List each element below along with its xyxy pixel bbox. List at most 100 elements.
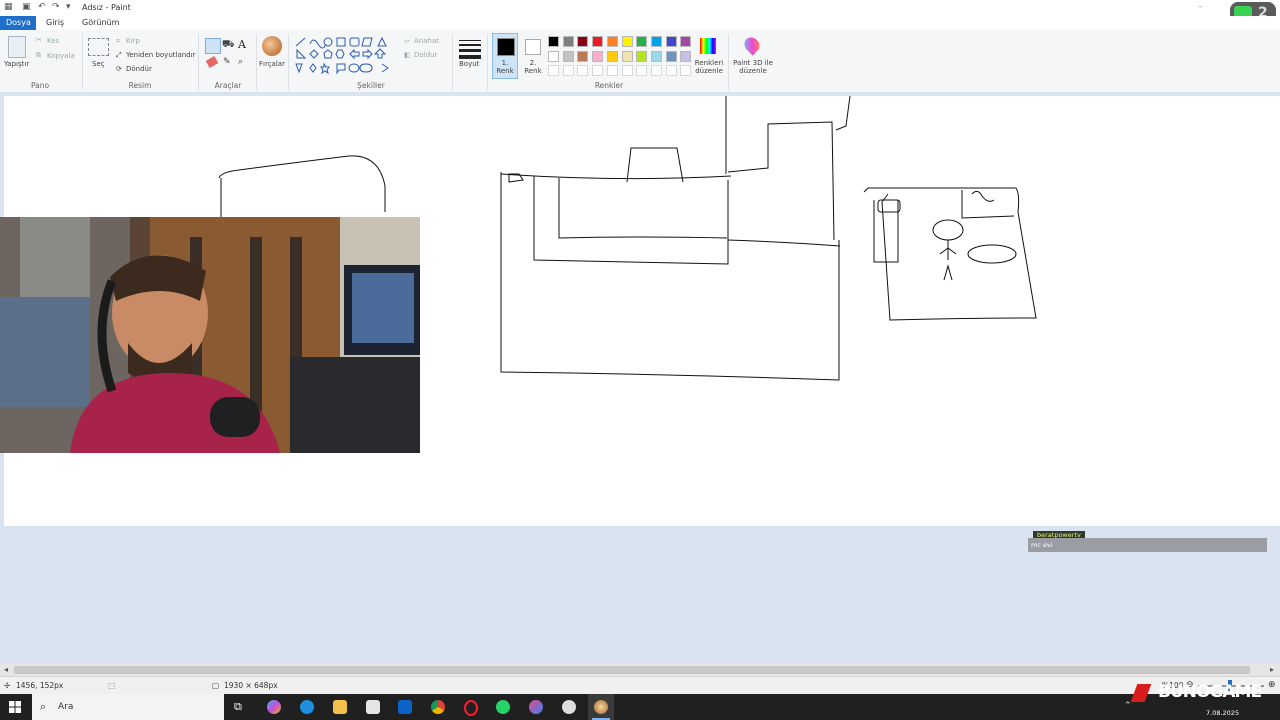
- palette-swatch[interactable]: [592, 65, 604, 76]
- palette-swatch[interactable]: [636, 50, 648, 62]
- group-label-colors: Renkler: [594, 81, 624, 90]
- outlook-icon[interactable]: [398, 700, 412, 714]
- select-icon[interactable]: [88, 38, 109, 56]
- palette-swatch[interactable]: [665, 50, 677, 62]
- minimize-icon[interactable]: –: [1198, 2, 1203, 12]
- search-placeholder: Ara: [58, 702, 74, 712]
- color2-selector[interactable]: [525, 39, 541, 55]
- chrome-profile-icon[interactable]: [529, 700, 543, 714]
- color2-label: 2. Renk: [524, 59, 542, 75]
- palette-swatch[interactable]: [577, 50, 589, 62]
- undo-icon[interactable]: ↶: [38, 2, 46, 14]
- eraser-icon[interactable]: [205, 56, 219, 68]
- tab-home[interactable]: Giriş: [40, 16, 70, 30]
- palette-swatch[interactable]: [636, 65, 648, 76]
- palette-swatch[interactable]: [636, 36, 648, 47]
- fill-shape-icon: ◧: [404, 51, 411, 59]
- palette-swatch[interactable]: [562, 50, 574, 62]
- palette-swatch[interactable]: [562, 36, 574, 47]
- palette-swatch[interactable]: [665, 65, 677, 76]
- obs-icon[interactable]: [562, 700, 576, 714]
- copilot-icon[interactable]: [267, 700, 281, 714]
- select-button[interactable]: Seç: [92, 60, 105, 68]
- brush-icon[interactable]: [262, 36, 282, 56]
- palette-swatch[interactable]: [548, 36, 559, 47]
- resize-icon: ⤢: [116, 51, 122, 59]
- palette-swatch[interactable]: [606, 50, 618, 62]
- canvas-size: 1930 × 648px: [224, 681, 278, 690]
- palette-swatch[interactable]: [548, 50, 559, 62]
- palette-swatch[interactable]: [577, 36, 589, 47]
- magnifier-icon[interactable]: ⌕: [238, 57, 243, 67]
- horizontal-scrollbar[interactable]: ◂ ▸: [0, 664, 1280, 676]
- palette-swatch[interactable]: [606, 65, 618, 76]
- palette-swatch[interactable]: [650, 36, 662, 47]
- palette-swatch[interactable]: [680, 50, 692, 62]
- brushes-button[interactable]: Fırçalar: [259, 60, 285, 68]
- scroll-right-icon[interactable]: ▸: [1270, 665, 1274, 674]
- shapes-gallery[interactable]: [294, 36, 398, 76]
- clipboard-icon[interactable]: [8, 36, 26, 58]
- rotate-button[interactable]: Döndür: [126, 65, 152, 73]
- file-explorer-icon[interactable]: [333, 700, 347, 714]
- cut-button[interactable]: Kes: [47, 37, 59, 45]
- paint-app-icon: ▦: [4, 2, 13, 12]
- palette-swatch[interactable]: [680, 65, 692, 76]
- customize-quick-access-icon[interactable]: ▾: [66, 2, 71, 14]
- palette-swatch[interactable]: [592, 36, 604, 47]
- pencil-icon[interactable]: [205, 38, 221, 54]
- size-icon[interactable]: [459, 40, 481, 59]
- redo-icon[interactable]: ↷: [52, 2, 60, 14]
- resize-button[interactable]: Yeniden boyutlandır: [126, 51, 195, 59]
- tab-view[interactable]: Görünüm: [76, 16, 125, 30]
- paint3d-button[interactable]: Paint 3D ile düzenle: [733, 59, 773, 75]
- group-label-shapes: Şekiller: [357, 81, 385, 90]
- copy-button[interactable]: Kopyala: [47, 52, 75, 60]
- cursor-position-icon: ✢: [4, 681, 11, 690]
- menu-bar: Dosya Giriş Görünüm: [0, 16, 1280, 30]
- outline-button[interactable]: Anahat: [414, 37, 439, 45]
- task-view-icon[interactable]: ⧉: [234, 700, 242, 714]
- taskbar-search[interactable]: ⌕ Ara: [32, 694, 224, 720]
- copy-icon: ⧉: [36, 51, 41, 59]
- chrome-icon[interactable]: [431, 700, 445, 714]
- canvas-size-icon: ▢: [212, 681, 220, 690]
- text-icon[interactable]: A: [238, 38, 246, 51]
- fill-shape-button[interactable]: Doldur: [414, 51, 437, 59]
- color-picker-icon[interactable]: ✎: [223, 57, 231, 67]
- crop-button[interactable]: Kırp: [126, 37, 140, 45]
- taskbar-date: 7.08.2025: [1206, 709, 1240, 717]
- palette-swatch[interactable]: [621, 65, 633, 76]
- palette-swatch[interactable]: [621, 50, 633, 62]
- edit-colors-icon[interactable]: [700, 38, 716, 54]
- tab-file[interactable]: Dosya: [0, 16, 36, 30]
- paint-taskbar-button[interactable]: [588, 694, 614, 720]
- paste-button[interactable]: Yapıştır: [4, 60, 29, 68]
- edge-icon[interactable]: [300, 700, 314, 714]
- whatsapp-icon[interactable]: [496, 700, 510, 714]
- palette-swatch[interactable]: [548, 65, 559, 76]
- opera-icon[interactable]: [464, 700, 478, 716]
- save-icon[interactable]: ▣: [22, 2, 31, 14]
- palette-swatch[interactable]: [665, 36, 677, 47]
- paint3d-icon[interactable]: [741, 34, 763, 56]
- windows-start-icon[interactable]: [9, 701, 21, 713]
- taskbar: ⌕ Ara ⧉ ⌃ BUNOGAME 7.08.2025: [0, 682, 1280, 720]
- palette-swatch[interactable]: [680, 36, 692, 47]
- scroll-left-icon[interactable]: ◂: [4, 665, 8, 674]
- palette-swatch[interactable]: [650, 50, 662, 62]
- edit-colors-button[interactable]: Renkleri düzenle: [692, 59, 726, 75]
- palette-swatch[interactable]: [606, 36, 618, 47]
- size-button[interactable]: Boyut: [459, 60, 479, 68]
- palette-swatch[interactable]: [650, 65, 662, 76]
- crop-icon: ⌗: [116, 37, 120, 45]
- scrollbar-thumb[interactable]: [14, 666, 1250, 674]
- store-icon[interactable]: [366, 700, 380, 714]
- fill-icon[interactable]: ⛟: [222, 39, 235, 52]
- palette-swatch[interactable]: [621, 36, 633, 47]
- ribbon: Yapıştır ✂ Kes ⧉ Kopyala Pano Seç ⌗ Kırp…: [0, 30, 1280, 93]
- palette-swatch[interactable]: [577, 65, 589, 76]
- tray-chevron-icon[interactable]: ⌃: [1124, 701, 1132, 711]
- palette-swatch[interactable]: [562, 65, 574, 76]
- palette-swatch[interactable]: [592, 50, 604, 62]
